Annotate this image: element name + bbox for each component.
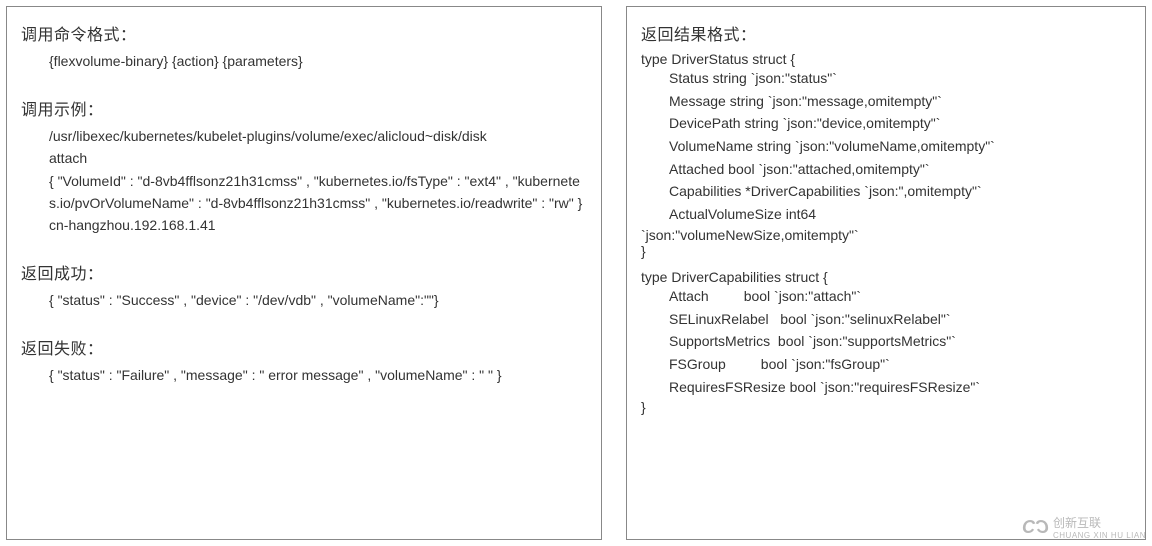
cmd-format-body: {flexvolume-binary} {action} {parameters… (21, 51, 587, 73)
example-line: { "VolumeId" : "d-8vb4fflsonz21h31cmss" … (49, 171, 587, 214)
success-title: 返回成功： (21, 260, 587, 284)
success-body: { "status" : "Success" , "device" : "/de… (21, 290, 587, 312)
struct1-extra: `json:"volumeNewSize,omitempty"` (641, 227, 1131, 243)
left-panel: 调用命令格式： {flexvolume-binary} {action} {pa… (6, 6, 602, 540)
struct1-open: type DriverStatus struct { (641, 51, 1131, 67)
example-line: /usr/libexec/kubernetes/kubelet-plugins/… (49, 126, 587, 148)
failure-body: { "status" : "Failure" , "message" : " e… (21, 365, 587, 387)
failure-text: { "status" : "Failure" , "message" : " e… (49, 365, 587, 387)
struct-field: Message string `json:"message,omitempty"… (669, 91, 1131, 113)
struct1-fields: Status string `json:"status"` Message st… (641, 68, 1131, 226)
right-panel: 返回结果格式： type DriverStatus struct { Statu… (626, 6, 1146, 540)
struct1-close: } (641, 243, 1131, 259)
example-line: cn-hangzhou.192.168.1.41 (49, 215, 587, 237)
struct-field: VolumeName string `json:"volumeName,omit… (669, 136, 1131, 158)
struct-field: FSGroup bool `json:"fsGroup"` (669, 354, 1131, 376)
example-line: attach (49, 148, 587, 170)
failure-title: 返回失败： (21, 335, 587, 359)
struct2-close: } (641, 399, 1131, 415)
struct-field: SELinuxRelabel bool `json:"selinuxRelabe… (669, 309, 1131, 331)
example-title: 调用示例： (21, 96, 587, 120)
struct-field: ActualVolumeSize int64 (669, 204, 1131, 226)
struct-field: Attached bool `json:"attached,omitempty"… (669, 159, 1131, 181)
cmd-format-text: {flexvolume-binary} {action} {parameters… (49, 51, 587, 73)
example-body: /usr/libexec/kubernetes/kubelet-plugins/… (21, 126, 587, 237)
struct2-fields: Attach bool `json:"attach"` SELinuxRelab… (641, 286, 1131, 398)
struct-field: SupportsMetrics bool `json:"supportsMetr… (669, 331, 1131, 353)
struct2-open: type DriverCapabilities struct { (641, 269, 1131, 285)
cmd-format-title: 调用命令格式： (21, 21, 587, 45)
success-text: { "status" : "Success" , "device" : "/de… (49, 290, 587, 312)
struct-field: DevicePath string `json:"device,omitempt… (669, 113, 1131, 135)
struct-field: Status string `json:"status"` (669, 68, 1131, 90)
result-format-title: 返回结果格式： (641, 21, 1131, 45)
struct-field: Attach bool `json:"attach"` (669, 286, 1131, 308)
struct-field: RequiresFSResize bool `json:"requiresFSR… (669, 377, 1131, 399)
struct-field: Capabilities *DriverCapabilities `json:"… (669, 181, 1131, 203)
